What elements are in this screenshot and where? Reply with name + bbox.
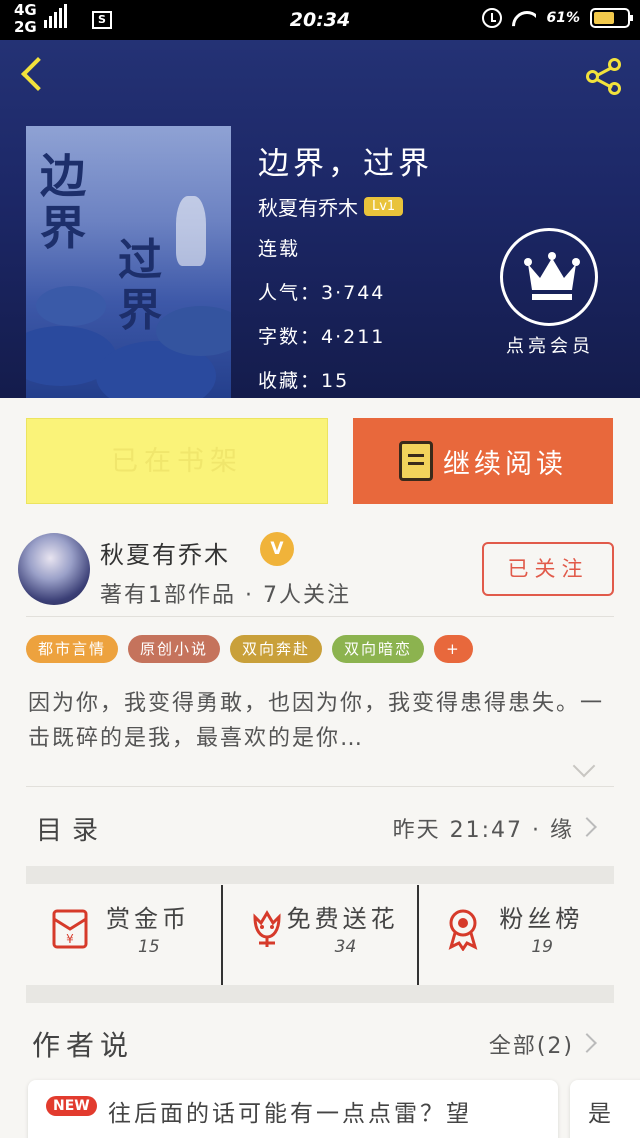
send-flower-button[interactable]: 免费送花 34: [220, 885, 418, 985]
author-says-header: 作者说 全部(2): [26, 1020, 614, 1070]
status-bar: 4G 2G S 20:34 61%: [0, 0, 640, 40]
battery-percent: 61%: [546, 10, 580, 26]
author-note-text: 往后面的话可能有一点点雷？望: [108, 1101, 472, 1127]
book-author-row: 秋夏有乔木 Lv1: [258, 192, 404, 221]
cover-title-2: 过界: [118, 235, 162, 336]
book-popularity: 人气：3·744: [258, 282, 386, 304]
new-badge: NEW: [46, 1096, 97, 1116]
continue-reading-button[interactable]: 继续阅读: [353, 418, 613, 504]
book-cover[interactable]: 边界 过界: [26, 126, 231, 398]
book-title: 边界，过界: [258, 146, 433, 182]
author-name[interactable]: 秋夏有乔木: [100, 535, 230, 570]
follow-button[interactable]: 已关注: [482, 542, 614, 596]
author-says-title: 作者说: [32, 1029, 135, 1062]
directory-row[interactable]: 目录 昨天 21:47 · 缘: [26, 786, 614, 866]
latest-chapter-meta: 昨天 21:47 · 缘: [392, 818, 574, 843]
author-note-card[interactable]: NEW 往后面的话可能有一点点雷？望: [28, 1080, 558, 1138]
book-icon: [399, 441, 433, 481]
book-favorites: 收藏：15: [258, 370, 350, 392]
author-note-card[interactable]: 是: [570, 1080, 640, 1138]
cover-title-1: 边界: [40, 149, 86, 255]
wifi-icon: [512, 9, 536, 27]
tag-item[interactable]: 都市言情: [26, 635, 119, 663]
back-arrow-icon: [21, 57, 55, 91]
in-bookshelf-button[interactable]: 已在书架: [26, 418, 328, 504]
author-stats: 著有1部作品 · 7人关注: [100, 583, 351, 608]
tag-list: 都市言情 原创小说 双向奔赴 双向暗恋 +: [26, 635, 473, 663]
author-note-text: 是: [588, 1101, 614, 1127]
chevron-right-icon: [577, 1033, 597, 1053]
alarm-icon: [482, 8, 503, 28]
author-avatar[interactable]: [18, 533, 90, 605]
vip-label: 点亮会员: [506, 336, 594, 357]
expand-chevron-icon[interactable]: [572, 754, 596, 778]
tag-item[interactable]: 双向暗恋: [332, 635, 425, 663]
continue-reading-label: 继续阅读: [443, 448, 567, 480]
book-author[interactable]: 秋夏有乔木: [258, 192, 358, 221]
chevron-right-icon: [577, 817, 597, 837]
tag-item[interactable]: 双向奔赴: [230, 635, 323, 663]
divider: [26, 616, 614, 617]
ribbon-medal-icon: [448, 909, 478, 951]
book-status: 连载: [258, 238, 301, 260]
crown-icon: [500, 228, 598, 326]
level-badge: Lv1: [364, 197, 404, 216]
red-envelope-icon: ¥: [52, 909, 88, 949]
battery-icon: [590, 8, 633, 28]
back-button[interactable]: [14, 54, 55, 98]
share-button[interactable]: [580, 52, 628, 100]
support-stats: ¥ 赏金币 15 免费送花 34 粉丝榜 19: [26, 885, 614, 985]
flower-icon: [253, 910, 281, 947]
book-word-count: 字数：4·211: [258, 326, 386, 348]
book-synopsis[interactable]: 因为你，我变得勇敢，也因为你，我变得患得患失。一击既碎的是我，最喜欢的是你…: [28, 686, 618, 756]
fan-ranking-button[interactable]: 粉丝榜 19: [417, 885, 614, 985]
directory-label: 目录: [36, 816, 109, 846]
verified-badge-icon: V: [260, 532, 294, 566]
reward-coins-button[interactable]: ¥ 赏金币 15: [26, 885, 221, 985]
svg-text:¥: ¥: [66, 932, 74, 946]
book-header: 边界 过界 边界，过界 秋夏有乔木 Lv1 连载 人气：3·744 字数：4·2…: [0, 40, 640, 398]
vip-button[interactable]: 点亮会员: [500, 228, 600, 358]
tag-item[interactable]: 原创小说: [128, 635, 221, 663]
author-says-all-link[interactable]: 全部(2): [489, 1028, 574, 1060]
add-tag-button[interactable]: +: [434, 635, 473, 663]
